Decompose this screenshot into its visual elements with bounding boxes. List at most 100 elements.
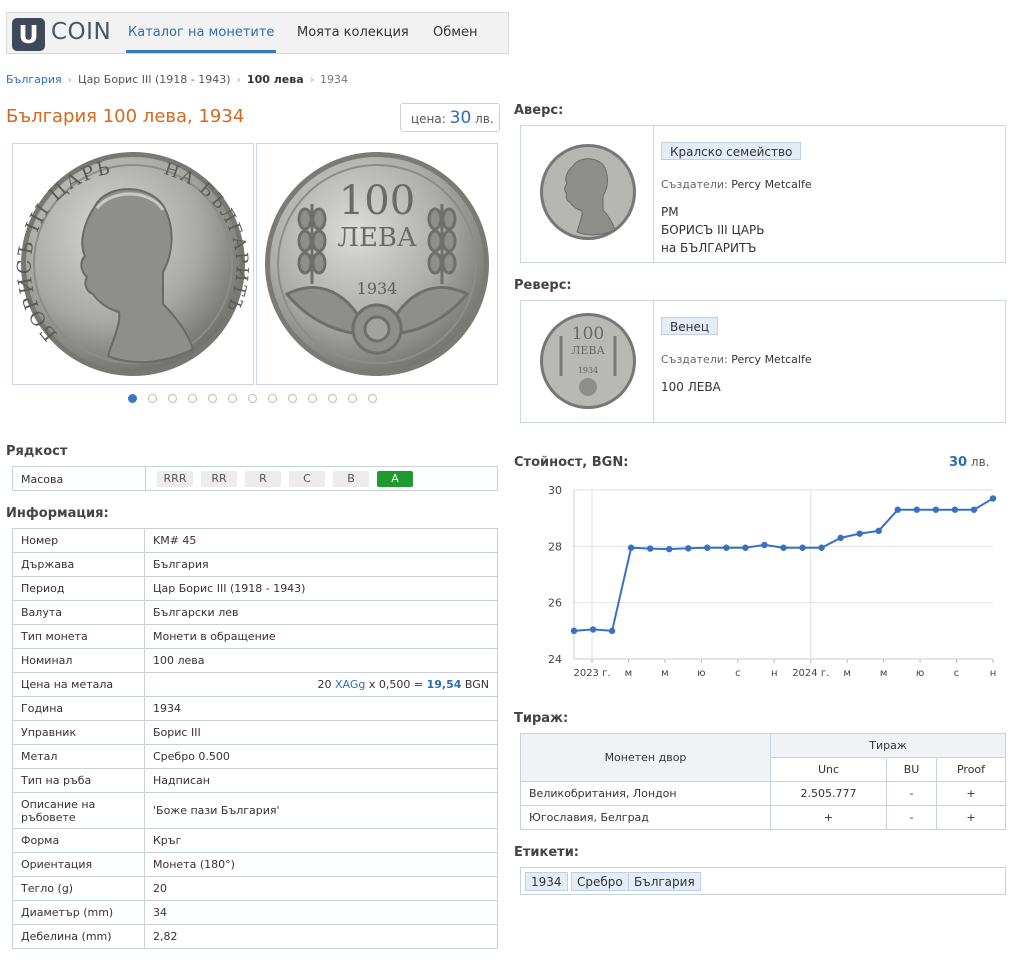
rarity-b[interactable]: B — [333, 471, 369, 487]
reverse-heading: Реверс: — [514, 278, 572, 293]
table-row: Тип на ръба Надписан — [12, 768, 498, 793]
info-key: Цена на метала — [12, 672, 145, 697]
rarity-c[interactable]: C — [289, 471, 325, 487]
gallery-dot[interactable] — [208, 394, 217, 403]
x-tick-label: ю — [697, 668, 705, 679]
logo-icon[interactable]: U — [12, 18, 45, 51]
reverse-year: 1934 — [357, 279, 398, 298]
table-row: Номер KM# 45 — [12, 528, 498, 553]
metal-price-unit: XAGg — [335, 678, 366, 691]
gallery-dot[interactable] — [268, 394, 277, 403]
chevron-right-icon: › — [67, 73, 73, 86]
info-key: Година — [12, 696, 145, 721]
gallery-dot[interactable] — [348, 394, 357, 403]
data-point — [704, 544, 711, 551]
value-current-unit: лв. — [970, 455, 990, 469]
gallery-dot[interactable] — [228, 394, 237, 403]
mintage-mint-cell[interactable]: Великобритания, Лондон — [520, 781, 771, 806]
info-key: Управник — [12, 720, 145, 745]
gallery-dot[interactable] — [288, 394, 297, 403]
info-key: Описание на ръбовете — [12, 792, 145, 829]
breadcrumb-period[interactable]: Цар Борис III (1918 - 1943) — [78, 73, 230, 86]
gallery-dot[interactable] — [308, 394, 317, 403]
data-point — [951, 506, 959, 513]
data-point — [780, 544, 787, 551]
y-tick-label: 24 — [548, 653, 562, 666]
gallery-dot[interactable] — [328, 394, 337, 403]
x-tick-label: м — [625, 668, 633, 679]
breadcrumb-country[interactable]: България — [6, 73, 62, 86]
info-heading: Информация: — [6, 506, 109, 521]
tag-item[interactable]: България — [628, 872, 701, 891]
obverse-photo[interactable]: БОРИСЪ III ЦАРЬ НА БЪЛГАРИТЪ — [12, 143, 254, 385]
breadcrumb-denomination[interactable]: 100 лева — [247, 73, 304, 86]
gallery-dot[interactable] — [168, 394, 177, 403]
tab-my-collection[interactable]: Моята колекция — [295, 13, 411, 53]
reverse-creator[interactable]: Percy Metcalfe — [731, 353, 811, 366]
breadcrumb: България › Цар Борис III (1918 - 1943) › 100… — [6, 73, 348, 86]
rarity-label: Масова — [21, 473, 64, 486]
x-tick-label: с — [954, 668, 960, 679]
gallery-dot[interactable] — [128, 394, 137, 403]
gallery-dot[interactable] — [248, 394, 257, 403]
data-point — [837, 534, 844, 542]
rarity-r[interactable]: R — [245, 471, 281, 487]
info-key: Дебелина (mm) — [12, 924, 145, 949]
gallery-dot[interactable] — [188, 394, 197, 403]
value-chart: 24 26 28 30 2023 г. м м ю с н 2024 г. м м ю с н — [548, 484, 996, 679]
info-key: Номер — [12, 528, 145, 553]
gallery-dot[interactable] — [368, 394, 377, 403]
gallery-dot[interactable] — [148, 394, 157, 403]
obverse-coin-image: БОРИСЪ III ЦАРЬ НА БЪЛГАРИТЪ — [14, 152, 250, 376]
obverse-creator[interactable]: Percy Metcalfe — [731, 178, 811, 191]
table-row: Форма Кръг — [12, 828, 498, 853]
reverse-denomination: 100 — [339, 178, 415, 224]
info-value: 2,82 — [144, 924, 498, 949]
info-key: Диаметър (mm) — [12, 900, 145, 925]
tag-item[interactable]: Сребро — [571, 872, 629, 891]
price-box: цена: 30 лв. — [400, 103, 500, 132]
mintage-proof-cell: + — [936, 805, 1006, 830]
mintage-col-mint: Монетен двор — [520, 733, 771, 782]
info-value: 20 — [144, 876, 498, 901]
y-tick-label: 30 — [548, 484, 562, 497]
tags-heading: Етикети: — [514, 845, 580, 860]
data-point — [932, 506, 940, 513]
rarity-bar: Масова RRR RR R C B A — [12, 466, 498, 491]
x-tick-label: ю — [916, 668, 924, 679]
info-key: Номинал — [12, 648, 145, 673]
reverse-tag[interactable]: Венец — [661, 317, 719, 335]
reverse-panel: 100 ЛЕВА 1934 Венец Създатели: Percy Met… — [520, 300, 1006, 423]
data-point — [799, 544, 806, 551]
mintage-mint-cell[interactable]: Югославия, Белград — [520, 805, 771, 830]
table-row: Валута Български лев — [12, 600, 498, 625]
tab-exchange[interactable]: Обмен — [431, 13, 480, 53]
table-row: Цена на метала 20 XAGg x 0,500 = 19,54 BG… — [12, 672, 498, 697]
info-key: Тип монета — [12, 624, 145, 649]
logo-text[interactable]: COIN — [51, 19, 111, 45]
obverse-thumbnail[interactable] — [521, 126, 654, 262]
rarity-rr[interactable]: RR — [201, 471, 237, 487]
reverse-unit: ЛЕВА — [337, 223, 417, 253]
y-tick-label: 28 — [548, 540, 562, 553]
y-tick-label: 26 — [548, 597, 562, 610]
info-value: Борис III — [144, 720, 498, 745]
tab-catalog[interactable]: Каталог на монетите — [126, 13, 277, 53]
info-key: Тегло (g) — [12, 876, 145, 901]
metal-price-result: 19,54 — [426, 678, 462, 691]
rarity-a[interactable]: A — [377, 471, 413, 487]
tag-item[interactable]: 1934 — [525, 872, 568, 891]
info-table: Номер KM# 45 Държава България Период Цар Бори… — [12, 528, 498, 949]
data-point — [761, 541, 768, 549]
obverse-tag[interactable]: Кралско семейство — [661, 142, 802, 160]
metal-price-mult: x 0,500 = — [368, 678, 424, 691]
reverse-photo[interactable]: 100 ЛЕВА 1934 — [256, 143, 498, 385]
info-key: Период — [12, 576, 145, 601]
rarity-heading: Рядкост — [6, 444, 68, 459]
info-value: Надписан — [144, 768, 498, 793]
price-unit: лв. — [475, 112, 494, 126]
reverse-thumbnail[interactable]: 100 ЛЕВА 1934 — [521, 301, 654, 422]
mintage-table: Монетен двор Тираж Unc BU Proof Великобр… — [520, 733, 1006, 830]
mintage-unc-cell: + — [770, 805, 887, 830]
rarity-rrr[interactable]: RRR — [157, 471, 193, 487]
